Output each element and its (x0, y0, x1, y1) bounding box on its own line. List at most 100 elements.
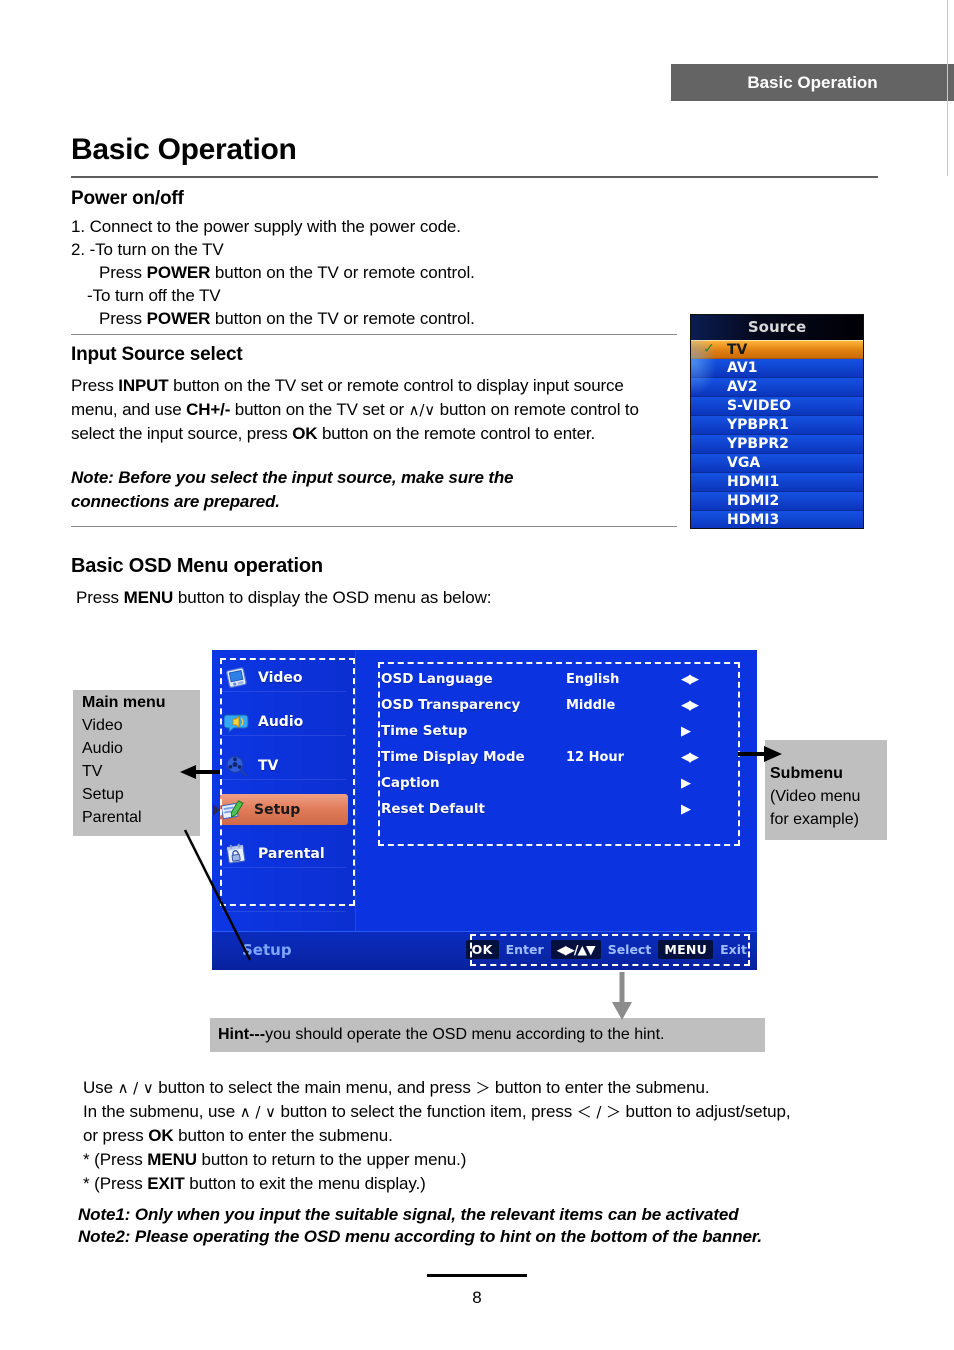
osd-option-row[interactable]: Reset Default ▶ (381, 796, 691, 822)
menu-keycap[interactable]: MENU (658, 940, 714, 959)
divider-input-source (71, 526, 677, 527)
right-arrow-icon: ＞ (475, 1079, 491, 1097)
osd-option-row[interactable]: Caption ▶ (381, 770, 691, 796)
video-icon (224, 666, 250, 689)
source-menu-item-label: HDMI3 (727, 512, 780, 528)
power-step-3: Press POWER button on the TV or remote c… (99, 261, 475, 284)
source-menu-item[interactable]: ✓ TV (691, 340, 863, 359)
osd-option-row[interactable]: OSD Language English ◀▶ (381, 666, 699, 692)
source-menu-item[interactable]: AV2 (691, 378, 863, 397)
source-menu-item-label: HDMI2 (727, 493, 780, 509)
osd-option-row[interactable]: Time Display Mode 12 Hour ◀▶ (381, 744, 699, 770)
updown-arrow-icon: ∧/∨ (408, 400, 436, 419)
osd-sidebar-label-parental: Parental (258, 845, 325, 862)
power-step-5: Press POWER button on the TV or remote c… (99, 307, 475, 330)
osd-breadcrumb: Setup (242, 941, 292, 959)
power-step-1: 1. Connect to the power supply with the … (71, 217, 461, 236)
source-menu-item-label: HDMI1 (727, 474, 780, 490)
osd-option-name: Reset Default (381, 801, 485, 817)
annotation-hint-bold: Hint--- (218, 1026, 266, 1043)
source-menu-item-label: AV2 (727, 379, 758, 395)
enter-arrow-icon[interactable]: ▶ (681, 776, 691, 791)
audio-icon (223, 711, 250, 733)
isp-ok-key: OK (292, 424, 318, 443)
enter-arrow-icon[interactable]: ▶ (681, 724, 691, 739)
annotation-submenu-box: Submenu (Video menu for example) (765, 740, 887, 840)
instr-1c: button to select the main menu, and pres… (153, 1078, 476, 1097)
power-step-2: 2. -To turn on the TV (71, 240, 224, 259)
adjust-arrows-icon[interactable]: ◀▶ (681, 672, 699, 687)
osd-option-name: Time Display Mode (381, 749, 525, 765)
page-title: Basic Operation (71, 133, 297, 166)
osd-option-row[interactable]: OSD Transparency Middle ◀▶ (381, 692, 699, 718)
annotation-main-menu-item-3: Setup (82, 786, 124, 803)
osd-hint-bar: OK Enter ◀▶/▲▼ Select MENU Exit (465, 940, 747, 959)
enter-arrow-icon[interactable]: ▶ (681, 802, 691, 817)
osd-intro-pre: Press (76, 588, 124, 607)
osd-option-row[interactable]: Time Setup ▶ (381, 718, 691, 744)
annotation-submenu-title: Submenu (770, 765, 843, 782)
osd-sidebar-item-audio[interactable]: Audio (223, 706, 344, 737)
osd-option-name: Caption (381, 775, 440, 791)
source-menu-item[interactable]: HDMI1 (691, 473, 863, 492)
source-menu-item[interactable]: VGA (691, 454, 863, 473)
arrow-to-hint (612, 972, 632, 1020)
source-menu-item-label: YPBPR2 (727, 436, 789, 452)
source-menu-item-label: YPBPR1 (727, 417, 789, 433)
selection-caret-icon (213, 803, 220, 816)
note-1: Note1: Only when you input the suitable … (78, 1205, 739, 1224)
osd-sidebar-label-tv: TV (258, 757, 279, 774)
setup-icon (220, 799, 246, 821)
source-menu-item-label: S-VIDEO (727, 398, 792, 414)
source-menu-screenshot: Source ✓ TV AV1 AV2 S-VIDEO YPBPR1 YPBPR2 VGA HD… (690, 314, 864, 529)
instr-1e: button to enter the submenu. (490, 1078, 710, 1097)
osd-options-panel: OSD Language English ◀▶ OSD Transparency Mid… (355, 650, 757, 970)
source-menu-item[interactable]: AV1 (691, 359, 863, 378)
annotation-main-menu-box: Main menu Video Audio TV Setup Parental (73, 690, 200, 836)
ok-keycap[interactable]: OK (465, 940, 499, 959)
source-menu-list: ✓ TV AV1 AV2 S-VIDEO YPBPR1 YPBPR2 VGA HDMI1 HDMI… (691, 340, 863, 528)
section-heading-power: Power on/off (71, 188, 184, 209)
source-menu-item-label: VGA (727, 455, 761, 471)
osd-sidebar-item-video[interactable]: Video (224, 662, 344, 693)
power-keyword: POWER (146, 263, 211, 282)
annotation-main-menu-item-2: TV (82, 763, 103, 780)
annotation-main-menu-item-0: Video (82, 717, 123, 734)
leftright-arrow-icon: ＜ / ＞ (576, 1103, 621, 1121)
osd-option-value: Middle (566, 697, 616, 713)
osd-sidebar: Video Audio TV Setup Parental (212, 650, 356, 970)
source-menu-item[interactable]: YPBPR1 (691, 416, 863, 435)
instr-5c: button to exit the menu display.) (184, 1174, 426, 1193)
instr-3c: button to enter the submenu. (173, 1126, 393, 1145)
power-step-4: -To turn off the TV (87, 286, 221, 305)
arrows-keycap[interactable]: ◀▶/▲▼ (550, 940, 601, 959)
osd-option-value: 12 Hour (566, 749, 625, 765)
section-heading-input-source: Input Source select (71, 344, 243, 365)
osd-menu-screenshot: Video Audio TV Setup Parental OSD Langua… (212, 650, 757, 970)
source-menu-item[interactable]: YPBPR2 (691, 435, 863, 454)
input-source-note: Note: Before you select the input source… (71, 468, 514, 511)
source-menu-item[interactable]: S-VIDEO (691, 397, 863, 416)
osd-sidebar-item-tv[interactable]: TV (224, 750, 344, 781)
adjust-arrows-icon[interactable]: ◀▶ (681, 750, 699, 765)
annotation-submenu-line3: for example) (770, 811, 859, 828)
header-banner: Basic Operation (671, 64, 954, 101)
isp-ch-key: CH+/- (186, 399, 231, 419)
adjust-arrows-icon[interactable]: ◀▶ (681, 698, 699, 713)
osd-sidebar-label-video: Video (258, 669, 303, 686)
osd-sidebar-item-setup[interactable]: Setup (213, 794, 348, 825)
source-menu-item[interactable]: HDMI2 (691, 492, 863, 511)
osd-option-name: OSD Transparency (381, 697, 521, 713)
instr-4c: button to return to the upper menu.) (196, 1150, 467, 1169)
power-step-3-post: button on the TV or remote control. (210, 263, 475, 282)
annotation-main-menu-item-1: Audio (82, 740, 123, 757)
osd-option-value: English (566, 671, 620, 687)
ok-keycap-label: Enter (505, 942, 544, 957)
annotation-hint-text: you should operate the OSD menu accordin… (265, 1026, 665, 1043)
section-heading-osd: Basic OSD Menu operation (71, 555, 323, 577)
annotation-hint-box: Hint---you should operate the OSD menu a… (210, 1018, 765, 1052)
instr-2a: In the submenu, use (83, 1102, 240, 1121)
annotation-submenu-line2: (Video menu (770, 788, 861, 805)
source-menu-item[interactable]: HDMI3 (691, 511, 863, 528)
osd-sidebar-item-parental[interactable]: Parental (224, 838, 344, 869)
